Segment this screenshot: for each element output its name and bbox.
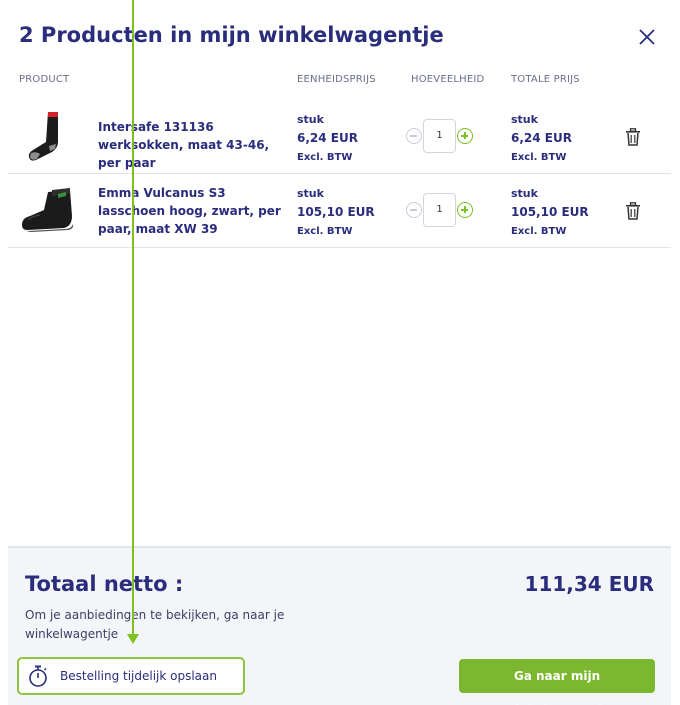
column-header-quantity: HOEVEELHEID: [411, 74, 485, 85]
product-name[interactable]: Emma Vulcanus S3 lasschoen hoog, zwart, …: [98, 184, 288, 238]
unit-price: stuk 6,24 EUR Excl. BTW: [297, 110, 358, 167]
sock-image[interactable]: [18, 108, 78, 164]
trash-icon[interactable]: [625, 202, 641, 220]
decrease-quantity-button[interactable]: [406, 202, 422, 218]
boot-image[interactable]: [18, 182, 78, 238]
cart-modal: 2 Producten in mijn winkelwagentje PRODU…: [0, 0, 680, 705]
column-header-product: PRODUCT: [19, 74, 70, 85]
total-note: Om je aanbiedingen te bekijken, ga naar …: [25, 608, 285, 641]
unit-label: stuk: [511, 113, 538, 126]
unit-price: stuk 105,10 EUR Excl. BTW: [297, 184, 375, 241]
save-order-label: Bestelling tijdelijk opslaan: [60, 669, 217, 683]
quantity-input[interactable]: 1: [423, 119, 456, 153]
column-header-unit-price: EENHEIDSPRIJS: [297, 74, 376, 85]
close-icon[interactable]: [634, 24, 660, 50]
cart-row: Intersafe 131136 werksokken, maat 43-46,…: [8, 100, 671, 174]
total-value: 111,34 EUR: [524, 572, 654, 596]
unit-label: stuk: [297, 187, 324, 200]
total-price: stuk 6,24 EUR Excl. BTW: [511, 110, 572, 167]
column-header-total-price: TOTALE PRIJS: [511, 74, 580, 85]
stopwatch-icon: [27, 665, 49, 687]
guide-arrow-line: [132, 0, 134, 636]
unit-label: stuk: [297, 113, 324, 126]
tax-note: Excl. BTW: [297, 152, 353, 163]
increase-quantity-button[interactable]: [457, 202, 473, 218]
increase-quantity-button[interactable]: [457, 128, 473, 144]
cart-footer: Totaal netto : 111,34 EUR Om je aanbiedi…: [8, 546, 671, 705]
go-to-cart-button[interactable]: Ga naar mijn winkelwagentje: [459, 659, 655, 705]
trash-icon[interactable]: [625, 128, 641, 146]
total-label: Totaal netto :: [25, 572, 184, 596]
decrease-quantity-button[interactable]: [406, 128, 422, 144]
quantity-input[interactable]: 1: [423, 193, 456, 227]
unit-label: stuk: [511, 187, 538, 200]
product-name[interactable]: Intersafe 131136 werksokken, maat 43-46,…: [98, 118, 288, 172]
unit-price-amount: 6,24 EUR: [297, 131, 358, 145]
unit-price-amount: 105,10 EUR: [297, 205, 375, 219]
total-price-amount: 105,10 EUR: [511, 205, 589, 219]
quantity-stepper: 1: [406, 119, 476, 153]
total-price: stuk 105,10 EUR Excl. BTW: [511, 184, 589, 241]
quantity-stepper: 1: [406, 193, 476, 227]
total-price-amount: 6,24 EUR: [511, 131, 572, 145]
save-order-button[interactable]: Bestelling tijdelijk opslaan: [17, 657, 245, 695]
tax-note: Excl. BTW: [511, 152, 567, 163]
tax-note: Excl. BTW: [297, 226, 353, 237]
guide-arrow-head: [127, 634, 139, 644]
tax-note: Excl. BTW: [511, 226, 567, 237]
cart-row: Emma Vulcanus S3 lasschoen hoog, zwart, …: [8, 174, 671, 248]
page-title: 2 Producten in mijn winkelwagentje: [19, 23, 444, 47]
